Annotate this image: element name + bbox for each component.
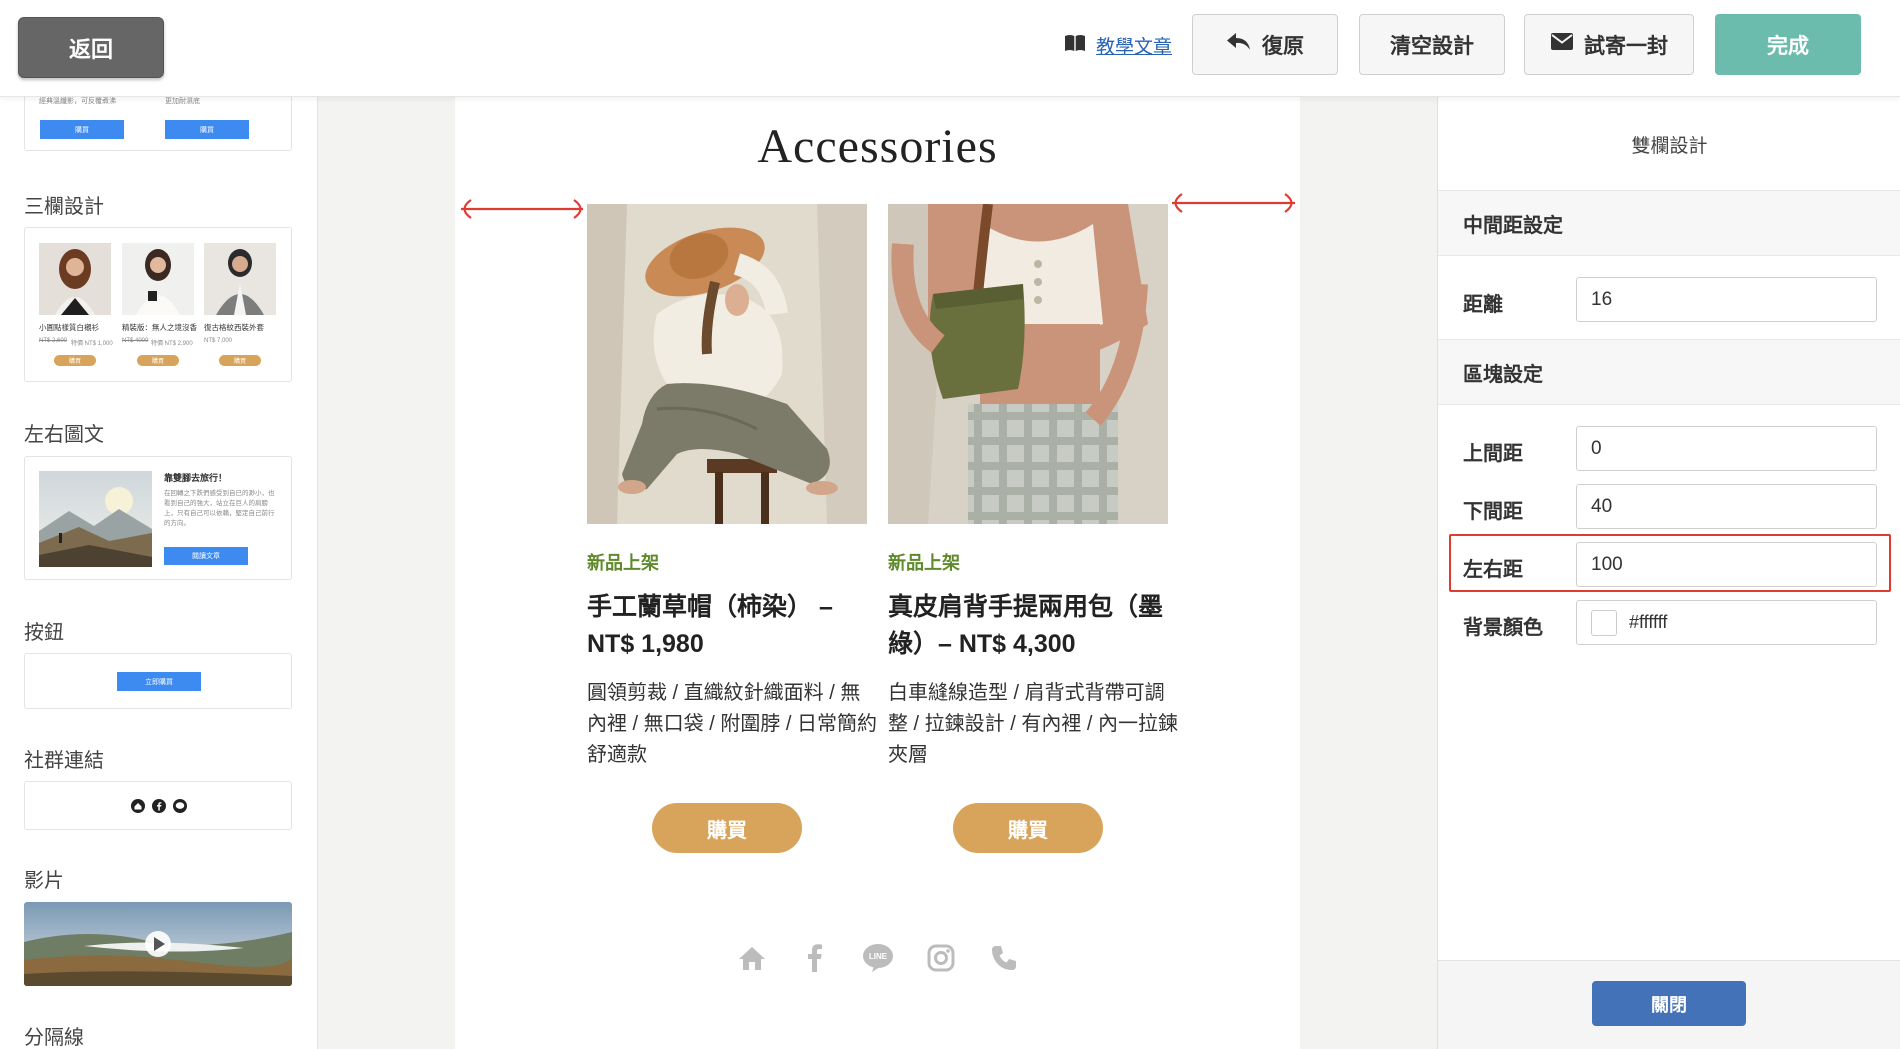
buy-button[interactable]: 購買 [652,803,802,853]
preview-price: 特價 NT$ 1,000 [71,341,113,347]
block-label-button: 按鈕 [24,622,64,644]
clear-design-button[interactable]: 清空設計 [1359,14,1505,75]
side-padding-highlight [1449,534,1891,592]
preview-price: 特價 NT$ 2,900 [151,341,193,347]
line-icon-text: LINE [868,952,887,961]
tutorial-link[interactable]: 教學文章 [1096,32,1172,59]
block-label-three-col: 三欄設計 [24,196,104,218]
home-icon[interactable] [734,940,770,976]
email-design-canvas[interactable]: Accessories 新品上架 手工蘭草帽（柿染） – NT$ 1,980 圓… [455,97,1300,1049]
line-icon [173,799,187,813]
product-description: 圓領剪裁 / 直織紋針織面料 / 無內裡 / 無口袋 / 附圍脖 / 日常簡約舒… [587,682,878,766]
product-image-hat[interactable] [587,204,867,524]
left-spacing-arrow-icon [461,199,583,219]
preview-image [39,243,111,315]
product-description: 白車縫線造型 / 肩背式背帶可調整 / 拉鍊設計 / 有內裡 / 內一拉鍊夾層 [888,682,1179,766]
top-toolbar: 返回 教學文章 復原 清空設計 試寄一封 完成 [0,0,1900,97]
preview-text: 更加耐濕底 [165,98,200,105]
preview-text: 經典溫纖影，可反覆煮沸 [39,98,116,105]
back-button[interactable]: 返回 [18,17,164,78]
preview-cta-button: 立即購買 [117,672,201,691]
panel-footer: 關閉 [1438,960,1900,1049]
preview-product-name: 精裝版：無人之境沒香 [122,323,197,332]
preview-social-icons [131,799,187,813]
background-color-picker[interactable]: #ffffff [1576,600,1877,645]
product-title: 手工蘭草帽（柿染） – NT$ 1,980 [587,593,833,658]
restore-button[interactable]: 復原 [1192,14,1338,75]
preview-product-name: 復古格紋西裝外套 [204,323,264,332]
line-icon[interactable]: LINE [860,940,896,976]
gap-distance-input[interactable] [1576,277,1877,322]
block-library-sidebar[interactable]: 經典溫纖影，可反覆煮沸 更加耐濕底 購買 購買 三欄設計 小圓點樣質白襯衫 精裝… [0,97,318,1049]
color-swatch[interactable] [1591,609,1617,636]
product-tag: 新品上架 [587,553,659,573]
background-color-label: 背景顏色 [1463,617,1543,639]
preview-buy-button: 購買 [137,355,179,366]
background-color-value: #ffffff [1629,612,1668,632]
buy-button[interactable]: 購買 [953,803,1103,853]
book-icon [1064,34,1086,57]
section-header-block: 區塊設定 [1438,339,1900,405]
preview-video-thumbnail [24,902,292,986]
block-two-col-preview[interactable]: 經典溫纖影，可反覆煮沸 更加耐濕底 購買 購買 [24,97,292,151]
undo-icon [1226,32,1252,58]
right-spacing-arrow-icon [1172,193,1295,213]
panel-title: 雙欄設計 [1631,136,1708,157]
restore-label: 復原 [1262,34,1304,58]
test-send-button[interactable]: 試寄一封 [1524,14,1694,75]
block-label-video: 影片 [24,870,64,892]
block-label-image-text: 左右圖文 [24,424,104,446]
envelope-icon [1550,32,1574,57]
facebook-icon[interactable] [797,940,833,976]
close-button[interactable]: 關閉 [1592,981,1746,1026]
preview-old-price: NT$ 4000 [122,338,149,344]
product-title: 真皮肩背手提兩用包（墨綠）– NT$ 4,300 [888,593,1164,658]
clear-label: 清空設計 [1390,34,1474,58]
preview-button: 購買 [165,120,249,139]
instagram-icon[interactable] [923,940,959,976]
preview-read-button: 閱讀文章 [164,547,248,565]
preview-button: 購買 [40,120,124,139]
block-label-social: 社群連結 [24,750,104,772]
top-padding-label: 上間距 [1463,443,1523,465]
facebook-icon [152,799,166,813]
bottom-padding-input[interactable] [1576,484,1877,529]
preview-buy-button: 購買 [219,355,261,366]
gap-distance-label: 距離 [1463,294,1503,316]
preview-image [204,243,276,315]
preview-image [122,243,194,315]
preview-article-title: 靠雙腳去旅行！ [164,473,228,483]
preview-mountain-image [39,471,152,567]
block-label-divider: 分隔線 [24,1027,84,1049]
preview-product-name: 小圓點樣質白襯衫 [39,323,99,332]
top-padding-input[interactable] [1576,426,1877,471]
product-tag: 新品上架 [888,553,960,573]
test-send-label: 試寄一封 [1584,34,1668,58]
section-title: Accessories [757,120,998,173]
home-icon [131,799,145,813]
product-image-bag[interactable] [888,204,1168,524]
preview-old-price: NT$ 2,600 [39,338,68,344]
phone-icon[interactable] [986,940,1022,976]
preview-article-body: 在回轉之下跌們感受到自已的渺小，也看到自己的強大，站立在巨人的肩膀上，只有自己可… [164,490,275,527]
block-button-preview[interactable]: 立即購買 [24,653,292,709]
preview-buy-button: 購買 [54,355,96,366]
preview-price: NT$ 7,000 [204,338,233,344]
block-social-preview[interactable] [24,781,292,830]
tutorial-link-group: 教學文章 [1064,30,1172,60]
block-video-preview[interactable] [24,902,292,986]
bottom-padding-label: 下間距 [1463,501,1523,523]
section-header-gap: 中間距設定 [1438,190,1900,256]
block-three-col-preview[interactable]: 小圓點樣質白襯衫 精裝版：無人之境沒香 復古格紋西裝外套 NT$ 2,600 特… [24,227,292,382]
block-image-text-preview[interactable]: 靠雙腳去旅行！ 在回轉之下跌們感受到自已的渺小，也看到自己的強大，站立在巨人的肩… [24,456,292,580]
social-links-row: LINE [455,940,1300,976]
done-button[interactable]: 完成 [1715,14,1861,75]
